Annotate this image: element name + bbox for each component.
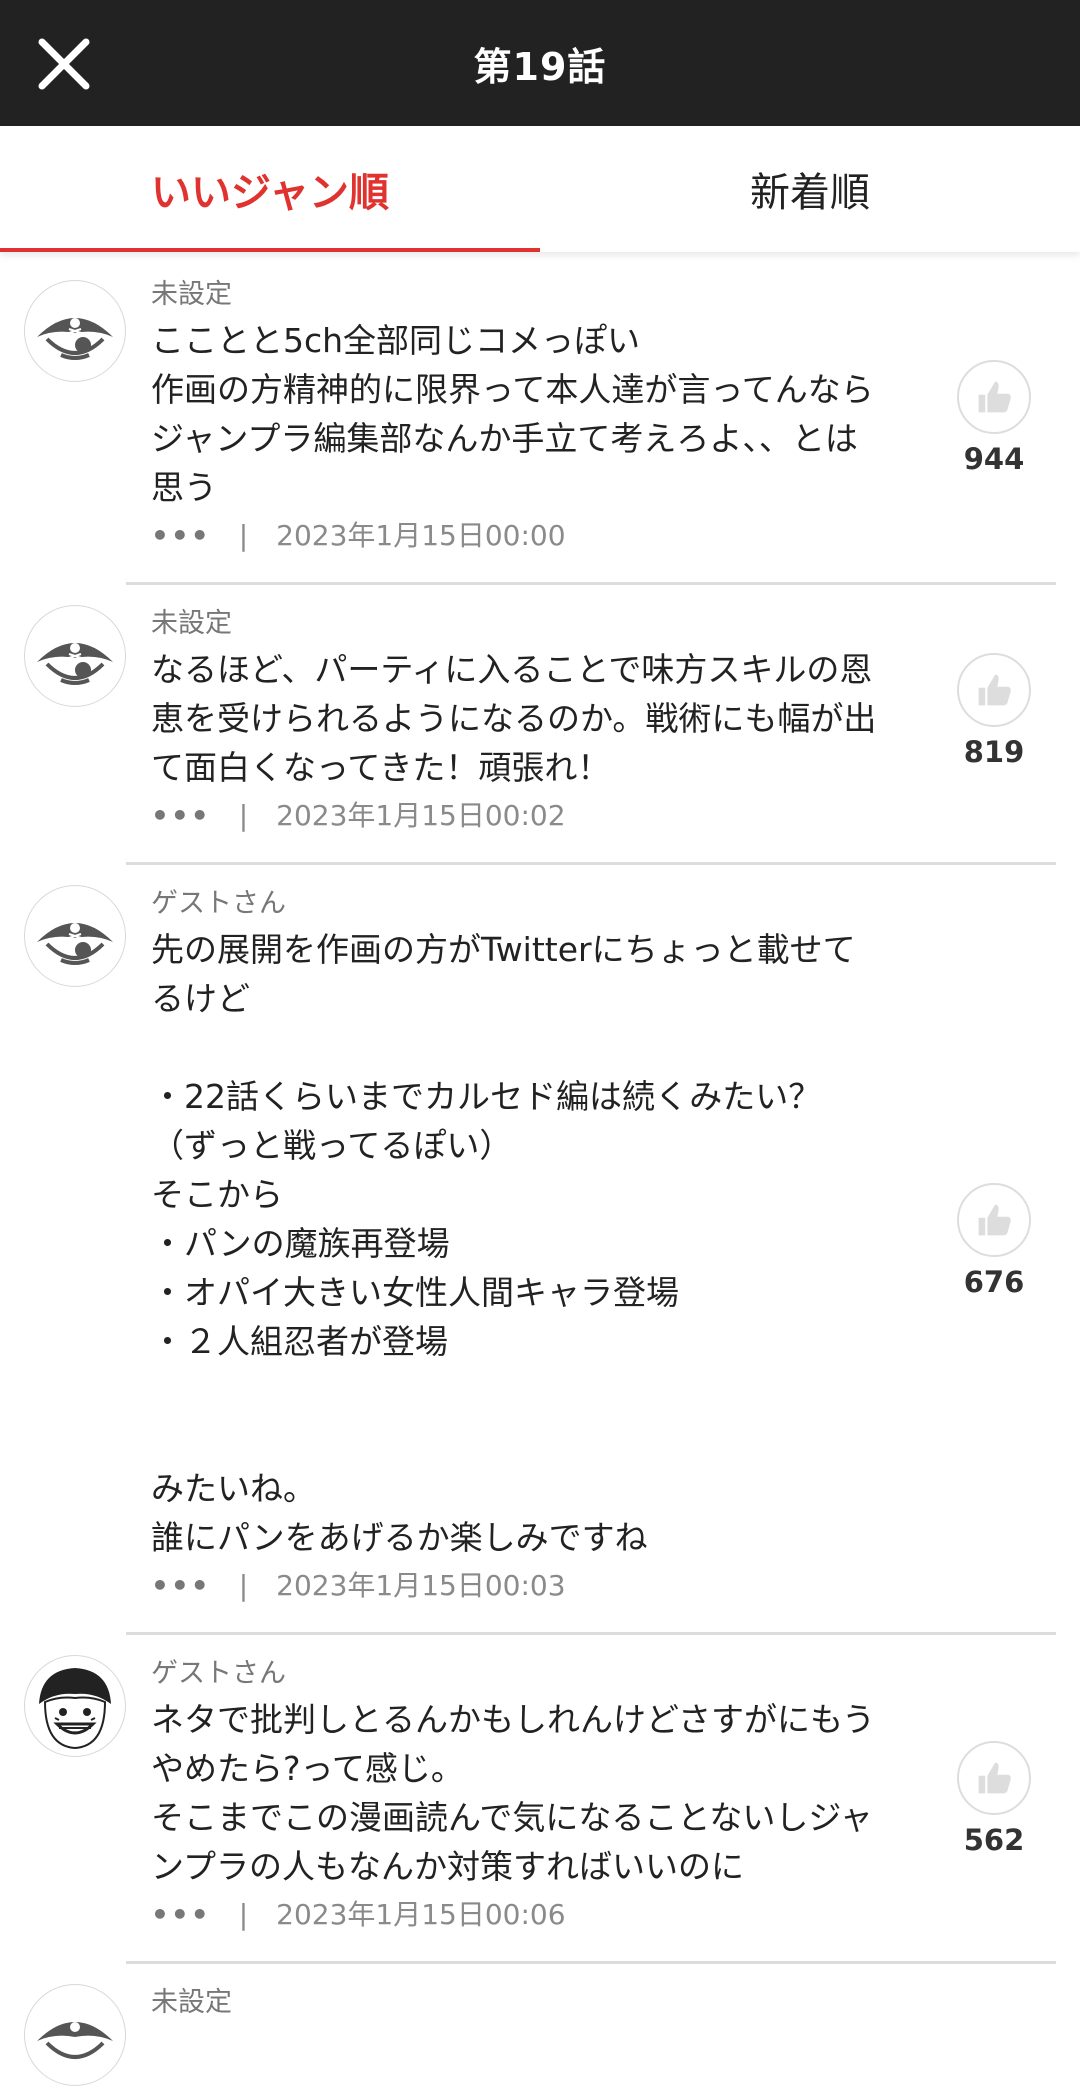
avatar[interactable] <box>24 1655 126 1757</box>
like-count: 676 <box>963 1265 1025 1299</box>
like-widget: 562 <box>948 1741 1040 1857</box>
thumbs-up-icon <box>978 1762 1011 1794</box>
close-button[interactable] <box>28 28 100 100</box>
comment-username: 未設定 <box>151 608 232 639</box>
comment-item: ゲストさん 先の展開を作画の方がTwitterにちょっと載せて るけど ・22話… <box>0 865 1080 1632</box>
comment-username: ゲストさん <box>151 1658 286 1689</box>
like-widget: 819 <box>948 653 1040 769</box>
comment-meta: ••• | 2023年1月15日00:06 <box>151 1893 921 1937</box>
tab-popular[interactable]: いいジャン順 <box>0 126 540 252</box>
comment-meta: ••• | 2023年1月15日00:02 <box>151 794 921 838</box>
close-icon <box>38 38 90 90</box>
avatar[interactable] <box>24 605 126 707</box>
like-widget: 944 <box>948 360 1040 476</box>
thumbs-up-icon <box>978 1204 1011 1236</box>
comment-item: 未設定 <box>0 1964 1080 2086</box>
pirate-avatar-icon <box>37 923 113 965</box>
comment-text: 先の展開を作画の方がTwitterにちょっと載せて るけど ・22話くらいまでカ… <box>151 930 856 1557</box>
thumbs-up-icon <box>978 381 1011 413</box>
thumbs-up-icon <box>978 674 1011 706</box>
meta-separator: | <box>238 1569 249 1602</box>
like-widget: 676 <box>948 1183 1040 1299</box>
comment-text: なるほど、パーティに入ることで味方スキルの恩 恵を受けられるようになるのか。戦術… <box>151 650 877 787</box>
like-button[interactable] <box>957 1741 1031 1815</box>
more-options-icon[interactable]: ••• <box>151 1893 211 1937</box>
comment-timestamp: 2023年1月15日00:02 <box>276 799 566 832</box>
sort-tabs: いいジャン順 新着順 <box>0 126 1080 252</box>
more-options-icon[interactable]: ••• <box>151 514 211 558</box>
comment-timestamp: 2023年1月15日00:03 <box>276 1569 566 1602</box>
comment-list: 未設定 こことと5ch全部同じコメっぽい 作画の方精神的に限界って本人達が言って… <box>0 260 1080 2086</box>
like-button[interactable] <box>957 653 1031 727</box>
more-options-icon[interactable]: ••• <box>151 794 211 838</box>
tab-newest[interactable]: 新着順 <box>540 126 1080 252</box>
meta-separator: | <box>238 1898 249 1931</box>
like-button[interactable] <box>957 1183 1031 1257</box>
character-avatar-icon <box>39 1668 111 1750</box>
meta-separator: | <box>238 519 249 552</box>
comment-timestamp: 2023年1月15日00:06 <box>276 1898 566 1931</box>
comment-meta: ••• | 2023年1月15日00:00 <box>151 514 921 558</box>
like-count: 562 <box>963 1823 1025 1857</box>
comment-item: 未設定 なるほど、パーティに入ることで味方スキルの恩 恵を受けられるようになるの… <box>0 585 1080 862</box>
like-count: 944 <box>963 442 1025 476</box>
pirate-avatar-icon <box>37 2022 113 2059</box>
meta-separator: | <box>238 799 249 832</box>
comment-username: 未設定 <box>151 279 232 310</box>
pirate-avatar-icon <box>37 643 113 685</box>
page-title: 第19話 <box>473 44 607 89</box>
comment-username: 未設定 <box>151 1987 232 2018</box>
avatar[interactable] <box>24 1984 126 2086</box>
avatar[interactable] <box>24 885 126 987</box>
comment-item: 未設定 こことと5ch全部同じコメっぽい 作画の方精神的に限界って本人達が言って… <box>0 260 1080 582</box>
header-bar: 第19話 <box>0 0 1080 126</box>
comment-item: ゲストさん ネタで批判しとるんかもしれんけどさすがにもう やめたら?って感じ。 … <box>0 1635 1080 1961</box>
comment-timestamp: 2023年1月15日00:00 <box>276 519 566 552</box>
more-options-icon[interactable]: ••• <box>151 1564 211 1608</box>
like-count: 819 <box>963 735 1025 769</box>
pirate-avatar-icon <box>37 318 113 360</box>
like-button[interactable] <box>957 360 1031 434</box>
comment-text: ネタで批判しとるんかもしれんけどさすがにもう やめたら?って感じ。 そこまでこの… <box>151 1700 876 1886</box>
avatar[interactable] <box>24 280 126 382</box>
comment-text: こことと5ch全部同じコメっぽい 作画の方精神的に限界って本人達が言ってんなら … <box>151 321 874 507</box>
comment-username: ゲストさん <box>151 888 286 919</box>
comment-meta: ••• | 2023年1月15日00:03 <box>151 1564 921 1608</box>
